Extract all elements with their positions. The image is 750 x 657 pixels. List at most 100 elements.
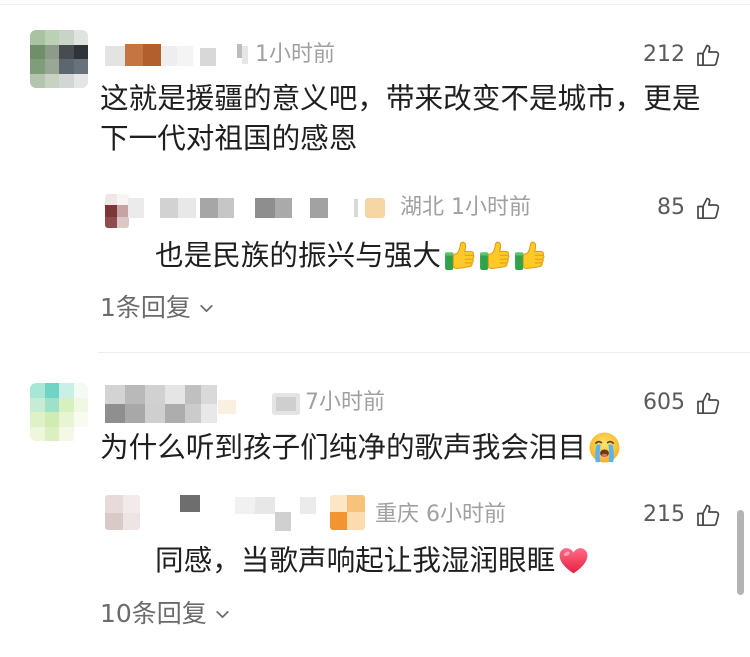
comment-avatar[interactable] (30, 383, 88, 441)
mosaic-cell (30, 30, 45, 45)
thumbs-up-outline-icon[interactable] (695, 195, 721, 221)
mosaic-cell (200, 198, 218, 218)
mosaic-cell (105, 404, 125, 423)
mosaic-cell (59, 426, 74, 441)
red-heart-emoji-icon (559, 548, 588, 574)
mosaic-cell (73, 73, 88, 88)
view-replies-label: 10条回复 (100, 599, 207, 628)
mosaic-cell (354, 199, 358, 217)
comment-time: 1小时前 (255, 42, 335, 67)
thumbs-up-emoji-icon (445, 241, 475, 270)
thumbs-up-outline-icon[interactable] (695, 390, 721, 416)
thumbs-up-emoji-icon (480, 241, 510, 270)
mosaic-cell (125, 44, 143, 66)
reply-text-content: 也是民族的振兴与强大 (155, 238, 441, 272)
reply-avatar[interactable] (105, 194, 129, 228)
mosaic-cell (180, 495, 200, 512)
like-button[interactable]: 85 (657, 193, 721, 223)
comment-divider (98, 352, 750, 353)
username-redacted[interactable] (180, 495, 320, 531)
mosaic-cell (59, 397, 74, 412)
mosaic-cell (44, 59, 59, 74)
mosaic-cell (44, 73, 59, 88)
mosaic-cell (30, 397, 45, 412)
chevron-down-icon (216, 610, 229, 618)
mosaic-cell (255, 497, 275, 514)
emoji-group (443, 239, 546, 272)
thumbs-up-outline-icon[interactable] (695, 502, 721, 528)
emoji-group (588, 431, 621, 464)
mosaic-cell (242, 46, 248, 64)
comment-text: 这就是援疆的意义吧，带来改变不是城市，更是 下一代对祖国的感恩 (100, 78, 700, 158)
reply-text-content: 同感，当歌声响起让我湿润眼眶 (155, 543, 556, 577)
mosaic-cell (330, 495, 347, 512)
like-button[interactable]: 215 (643, 500, 721, 530)
mosaic-cell (125, 385, 145, 404)
comment-time: 7小时前 (305, 390, 385, 415)
scrollbar-thumb[interactable] (737, 510, 744, 595)
emoji-group (557, 544, 590, 577)
mosaic-cell (165, 385, 185, 404)
like-count: 85 (657, 195, 685, 220)
mosaic-cell (161, 46, 177, 66)
reply-avatar[interactable] (105, 495, 140, 530)
mosaic-cell (44, 44, 59, 59)
mosaic-cell (44, 426, 59, 441)
thumbs-up-emoji-icon (515, 241, 545, 270)
like-button[interactable]: 605 (643, 388, 721, 418)
mosaic-cell (105, 205, 117, 217)
mosaic-cell (105, 216, 117, 228)
username-redacted[interactable] (105, 44, 248, 66)
comment-text-line: 这就是援疆的意义吧，带来改变不是城市，更是 (100, 81, 701, 115)
mosaic-cell (105, 385, 125, 404)
mosaic-cell (105, 46, 125, 66)
reply-text: 也是民族的振兴与强大 (155, 235, 546, 275)
mosaic-cell (73, 383, 88, 398)
username-redacted[interactable] (105, 385, 236, 423)
mosaic-cell (44, 383, 59, 398)
mosaic-cell (128, 198, 144, 218)
reply-time: 1小时前 (451, 195, 532, 220)
user-badge-icon (365, 198, 385, 218)
like-count: 605 (643, 390, 685, 415)
mosaic-cell (105, 495, 123, 513)
mosaic-cell (165, 404, 185, 423)
user-badge-icon (330, 495, 365, 530)
mosaic-cell (73, 412, 88, 427)
like-count: 212 (643, 42, 685, 67)
mosaic-cell (30, 59, 45, 74)
mosaic-cell (73, 397, 88, 412)
mosaic-cell (275, 198, 292, 218)
mosaic-cell (177, 46, 193, 66)
mosaic-cell (218, 198, 234, 218)
top-divider (0, 4, 750, 5)
mosaic-cell (105, 194, 117, 206)
mosaic-cell (59, 44, 74, 59)
mosaic-cell (185, 404, 201, 423)
mosaic-cell (44, 412, 59, 427)
view-replies-label: 1条回复 (100, 293, 191, 322)
like-button[interactable]: 212 (643, 40, 721, 70)
mosaic-cell (59, 383, 74, 398)
comment-avatar[interactable] (30, 30, 88, 88)
chevron-down-icon (200, 304, 213, 312)
mosaic-cell (143, 44, 161, 66)
mosaic-cell (44, 30, 59, 45)
view-replies-button[interactable]: 1条回复 (100, 291, 215, 325)
mosaic-cell (59, 30, 74, 45)
thumbs-up-outline-icon[interactable] (695, 42, 721, 68)
mosaic-cell (201, 404, 217, 423)
mosaic-cell (201, 385, 217, 404)
mosaic-cell (105, 512, 123, 530)
reply-meta: 重庆 6小时前 (375, 500, 506, 530)
user-badge-icon (272, 393, 300, 415)
username-redacted[interactable] (128, 198, 360, 218)
comment-text: 为什么听到孩子们纯净的歌声我会泪目 (100, 427, 621, 467)
mosaic-cell (347, 495, 365, 512)
view-replies-button[interactable]: 10条回复 (100, 597, 231, 631)
mosaic-cell (347, 512, 365, 530)
mosaic-cell (276, 397, 296, 411)
reply-text: 同感，当歌声响起让我湿润眼眶 (155, 540, 590, 580)
mosaic-cell (73, 44, 88, 59)
reply-meta: 湖北 1小时前 (400, 193, 531, 223)
